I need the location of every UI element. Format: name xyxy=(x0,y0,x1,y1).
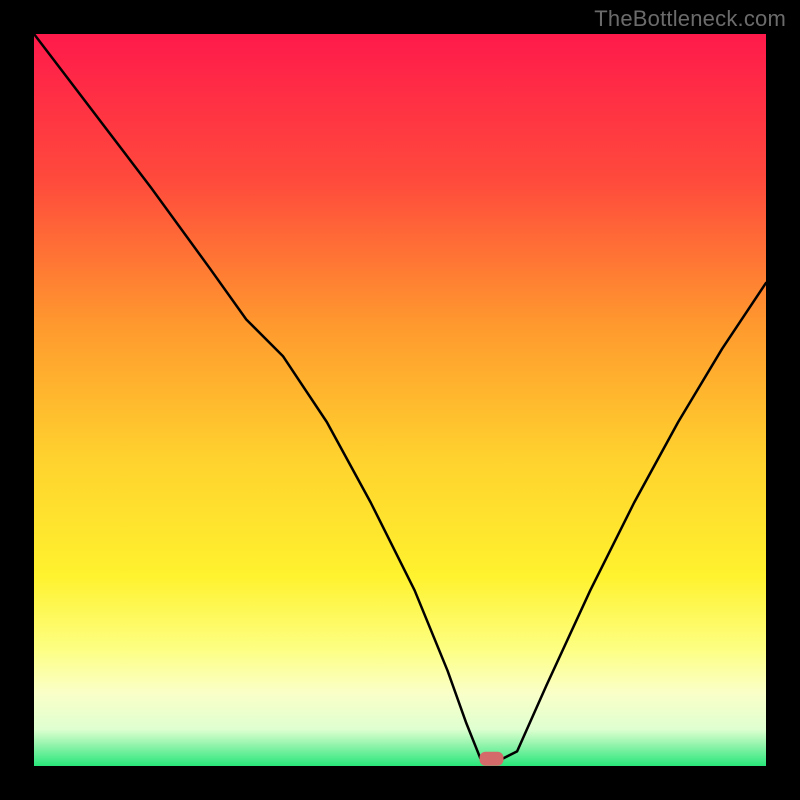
chart-frame: TheBottleneck.com xyxy=(0,0,800,800)
watermark-label: TheBottleneck.com xyxy=(594,6,786,32)
plot-svg xyxy=(34,34,766,766)
optimal-marker xyxy=(480,752,504,766)
gradient-background xyxy=(34,34,766,766)
plot-area xyxy=(34,34,766,766)
